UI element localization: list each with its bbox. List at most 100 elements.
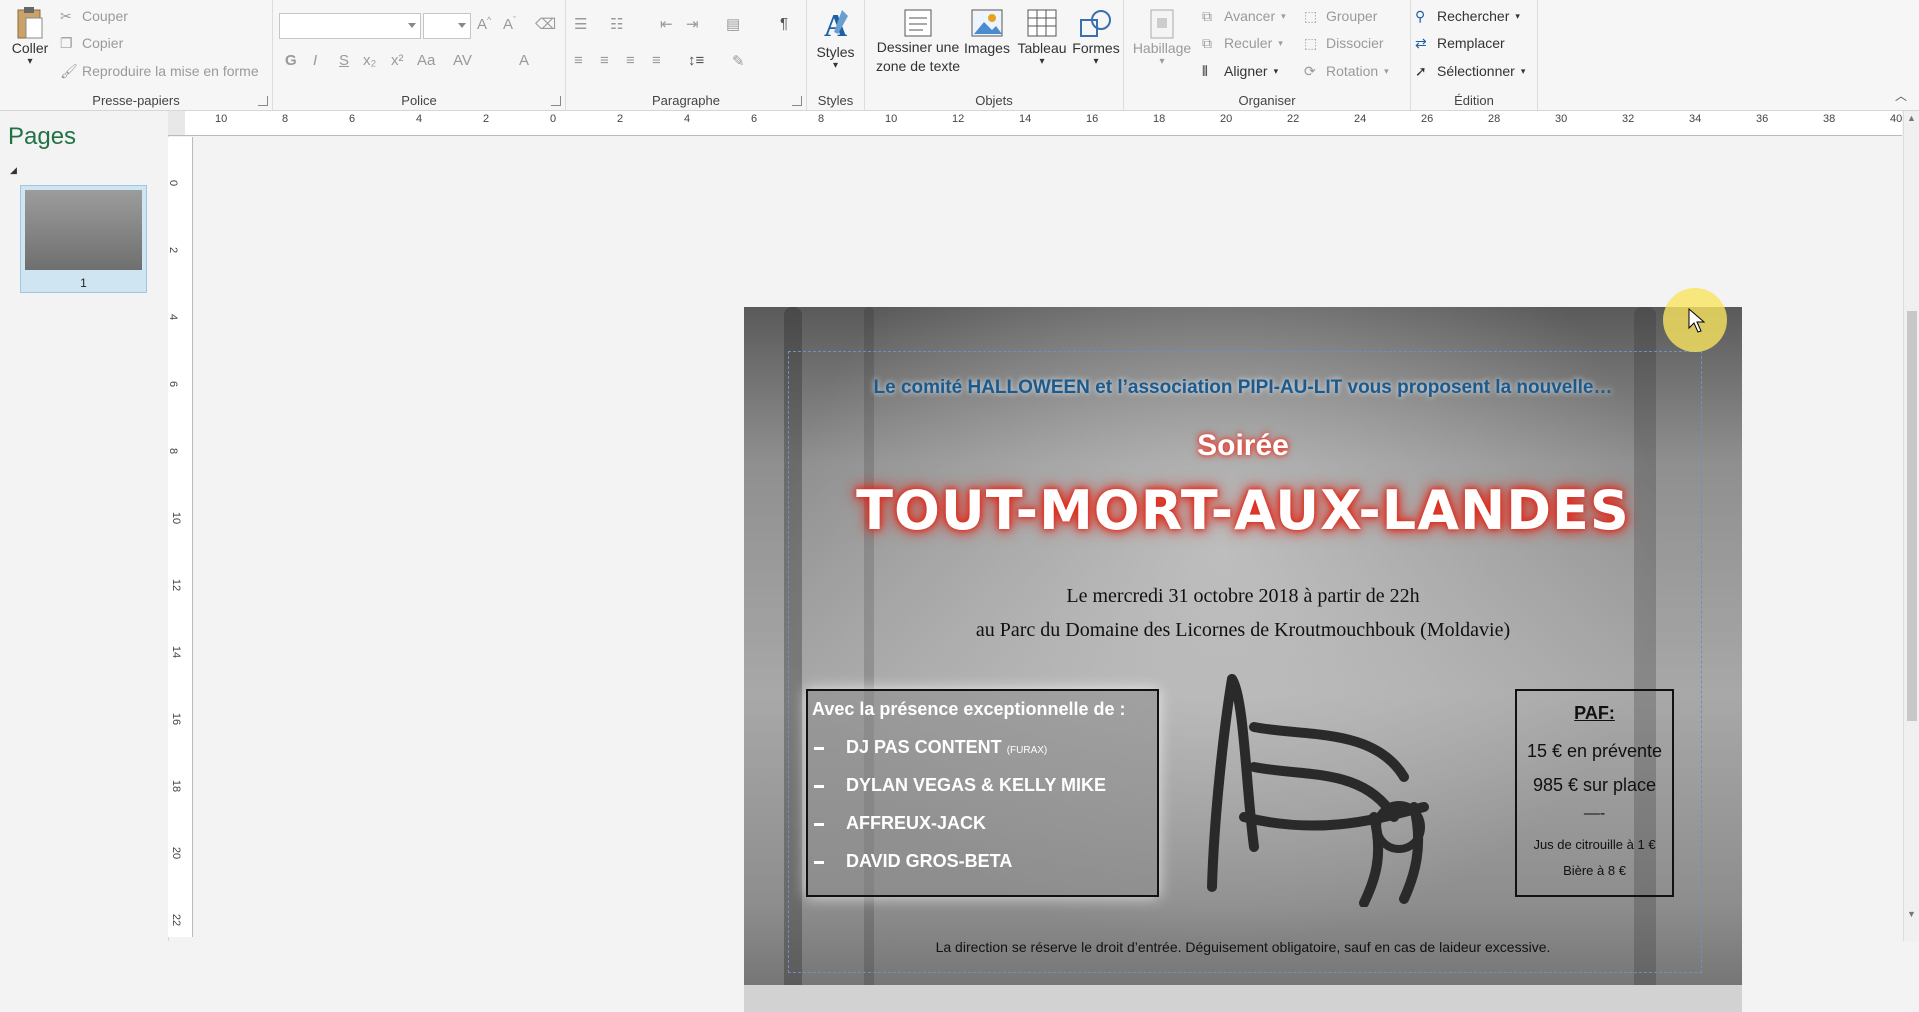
select-label: Sélectionner xyxy=(1437,63,1515,79)
ruler-tick-label: 40 xyxy=(1890,113,1903,125)
paragraph-style-icon[interactable]: ✎ xyxy=(732,52,745,70)
shrink-font-icon[interactable]: Aˇ xyxy=(503,15,516,33)
copy-button[interactable]: ❐ Copier xyxy=(60,35,123,51)
ruler-tick-label: 30 xyxy=(1555,113,1568,125)
change-case-button[interactable]: Aa xyxy=(417,52,435,69)
columns-icon[interactable]: ▤ xyxy=(726,15,740,33)
superscript-button[interactable]: x² xyxy=(391,52,404,69)
ruler-tick-label: 32 xyxy=(1622,113,1635,125)
scrollbar-thumb[interactable] xyxy=(1907,311,1917,721)
numbering-icon[interactable]: ☷ xyxy=(610,15,623,33)
styles-button[interactable]: A Styles ▾ xyxy=(807,6,864,71)
artist-item: AFFREUX-JACK xyxy=(846,813,986,834)
collapse-ribbon-icon[interactable]: ︿ xyxy=(1895,87,1907,104)
paragraph-group: ☰ ☷ ⇤ ⇥ ▤ ¶ ≡ ≡ ≡ ≡ ↕≡ ✎ Paragraphe xyxy=(566,0,807,110)
send-backward-icon: ⧉ xyxy=(1202,35,1212,51)
scroll-down-icon[interactable]: ▼ xyxy=(1907,909,1916,919)
subscript-button[interactable]: x₂ xyxy=(363,52,376,69)
find-button[interactable]: ⚲ Rechercher ▾ xyxy=(1415,8,1520,24)
clipboard-launcher-icon[interactable] xyxy=(258,96,268,106)
ruler-tick-label: 10 xyxy=(170,511,183,525)
draw-textbox-button[interactable]: Dessiner une zone de texte xyxy=(875,8,961,76)
show-marks-button[interactable]: ¶ xyxy=(780,15,788,32)
images-button[interactable]: Images xyxy=(962,8,1012,56)
artist-item: DJ PAS CONTENT (FURAX) xyxy=(846,737,1047,758)
event-title[interactable]: TOUT-MORT-AUX-LANDES xyxy=(744,479,1742,542)
vertical-scrollbar[interactable]: ▲ ▼ xyxy=(1903,111,1919,941)
scroll-up-icon[interactable]: ▲ xyxy=(1907,113,1916,123)
arrange-group-label: Organiser xyxy=(1238,93,1296,108)
align-right-icon[interactable]: ≡ xyxy=(626,52,635,69)
paste-label: Coller xyxy=(11,40,49,56)
date-line[interactable]: Le mercredi 31 octobre 2018 à partir de … xyxy=(744,585,1742,608)
images-label: Images xyxy=(964,40,1010,56)
horizontal-ruler[interactable]: 10 8 6 4 2 0 2 4 6 8 10 12 14 16 18 20 22 24 26 28 30 32 34 36 3… xyxy=(185,111,1902,136)
rotate-label: Rotation xyxy=(1326,63,1379,79)
select-button[interactable]: ➚ Sélectionner ▾ xyxy=(1415,63,1525,79)
justify-icon[interactable]: ≡ xyxy=(652,52,661,69)
artist-item: DYLAN VEGAS & KELLY MIKE xyxy=(846,775,1106,796)
bullets-icon[interactable]: ☰ xyxy=(574,15,587,33)
collapse-triangle-icon[interactable]: ◢ xyxy=(10,165,17,176)
objects-group: Dessiner une zone de texte Images Tablea… xyxy=(865,0,1124,110)
grow-font-icon[interactable]: A^ xyxy=(477,15,491,33)
character-spacing-icon[interactable]: AV xyxy=(453,52,472,69)
intro-text[interactable]: Le comité HALLOWEEN et l’association PIP… xyxy=(744,377,1742,399)
group-button[interactable]: ⬚ Grouper xyxy=(1304,8,1377,24)
paf-textbox[interactable]: PAF: 15 € en prévente 985 € sur place —-… xyxy=(1515,689,1674,897)
scissors-icon: ✂ xyxy=(60,8,72,24)
page-thumbnail[interactable]: 1 xyxy=(20,185,147,293)
increase-indent-icon[interactable]: ⇥ xyxy=(686,15,699,33)
clear-format-icon[interactable]: ⌫ xyxy=(535,15,556,33)
ruler-tick-label: 8 xyxy=(282,113,289,125)
font-size-select[interactable] xyxy=(423,13,471,39)
ruler-tick-label: 16 xyxy=(1086,113,1099,125)
juice-price: Jus de citrouille à 1 € xyxy=(1533,837,1656,852)
italic-button[interactable]: I xyxy=(313,52,317,69)
send-backward-button[interactable]: ⧉ Reculer ▾ xyxy=(1202,35,1283,51)
align-left-icon[interactable]: ≡ xyxy=(574,52,583,69)
bullet-icon xyxy=(814,861,824,864)
send-backward-label: Reculer xyxy=(1224,35,1273,51)
underline-button[interactable]: S xyxy=(339,52,349,69)
ungroup-button[interactable]: ⬚ Dissocier xyxy=(1304,35,1384,51)
font-color-icon[interactable]: A xyxy=(519,52,529,69)
search-icon: ⚲ xyxy=(1415,8,1426,24)
ribbon: Coller ▾ ✂ Couper ❐ Copier 🖌 Reproduire la … xyxy=(0,0,1919,111)
align-button[interactable]: ⫴ Aligner ▾ xyxy=(1202,63,1278,79)
font-launcher-icon[interactable] xyxy=(551,96,561,106)
footer-notice[interactable]: La direction se réserve le droit d’entré… xyxy=(744,939,1742,955)
soiree-heading[interactable]: Soirée xyxy=(744,429,1742,463)
styles-group-label: Styles xyxy=(817,93,854,108)
table-button[interactable]: Tableau ▾ xyxy=(1014,8,1070,67)
ruler-tick-label: 0 xyxy=(550,113,557,125)
bring-forward-button[interactable]: ⧉ Avancer ▾ xyxy=(1202,8,1286,24)
cut-button[interactable]: ✂ Couper xyxy=(60,8,128,24)
pages-pane-title: Pages xyxy=(8,123,77,150)
publication-page[interactable]: Le comité HALLOWEEN et l’association PIP… xyxy=(744,307,1742,1012)
bullet-icon xyxy=(814,747,824,750)
artist-item: DAVID GROS-BETA xyxy=(846,851,1012,872)
page-thumbnail-number: 1 xyxy=(80,276,87,290)
clipboard-group: Coller ▾ ✂ Couper ❐ Copier 🖌 Reproduire la … xyxy=(0,0,273,110)
wrap-text-button[interactable]: Habillage ▾ xyxy=(1130,8,1194,67)
font-family-select[interactable] xyxy=(279,13,421,39)
artists-textbox[interactable]: Avec la présence exceptionnelle de : DJ … xyxy=(806,689,1159,897)
replace-button[interactable]: ⇄ Remplacer xyxy=(1415,35,1505,51)
paste-button[interactable]: Coller ▾ xyxy=(8,6,52,67)
bold-button[interactable]: G xyxy=(285,52,297,69)
rotate-button[interactable]: ⟳ Rotation ▾ xyxy=(1304,63,1389,79)
place-line[interactable]: au Parc du Domaine des Licornes de Krout… xyxy=(744,619,1742,642)
line-spacing-icon[interactable]: ↕≡ xyxy=(688,52,704,69)
table-label: Tableau xyxy=(1017,40,1067,56)
paragraph-launcher-icon[interactable] xyxy=(792,96,802,106)
format-painter-button[interactable]: 🖌 Reproduire la mise en forme xyxy=(60,63,259,79)
group-label: Grouper xyxy=(1326,8,1378,24)
ruler-tick-label: 36 xyxy=(1756,113,1769,125)
ruler-tick-label: 12 xyxy=(170,578,183,592)
align-center-icon[interactable]: ≡ xyxy=(600,52,609,69)
shapes-button[interactable]: Formes ▾ xyxy=(1071,8,1121,67)
vertical-ruler[interactable]: 0 2 4 6 8 10 12 14 16 18 20 22 xyxy=(167,137,193,937)
find-label: Rechercher xyxy=(1437,8,1510,24)
decrease-indent-icon[interactable]: ⇤ xyxy=(660,15,673,33)
